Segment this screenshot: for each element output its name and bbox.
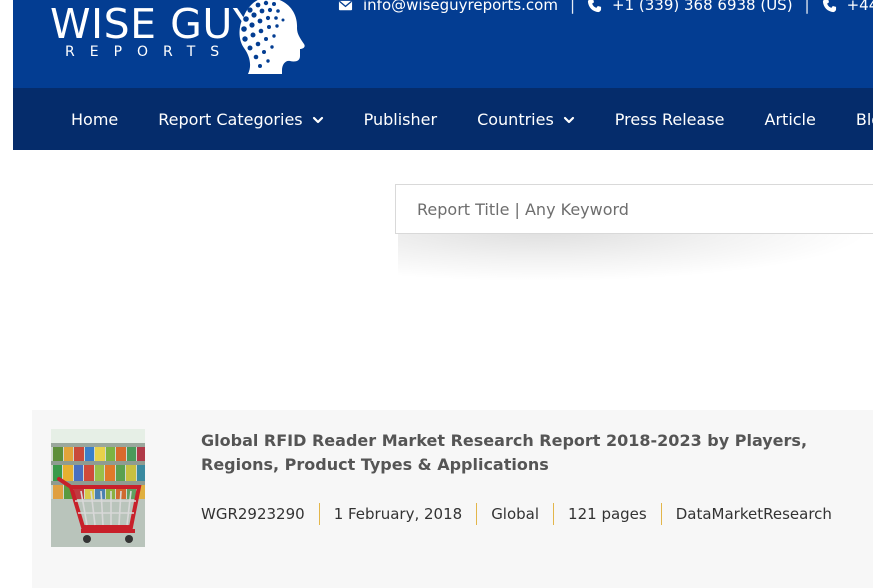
report-pages: 121 pages — [553, 503, 661, 525]
contact-phone-us[interactable]: +1 (339) 368 6938 (US) — [587, 0, 793, 14]
search-shadow — [398, 230, 873, 282]
search-box — [395, 184, 873, 234]
report-meta: WGR2923290 1 February, 2018 Global 121 p… — [201, 503, 846, 525]
contact-phone-uk[interactable]: +44 208 1 — [822, 0, 873, 14]
report-publisher: DataMarketResearch — [660, 503, 846, 525]
nav-item-label: Article — [764, 109, 816, 129]
contact-bar: info@wiseguyreports.com | +1 (339) 368 6… — [338, 0, 873, 15]
left-gutter — [0, 0, 13, 588]
report-region: Global — [476, 503, 553, 525]
contact-separator: | — [569, 0, 576, 14]
phone-us-text: +1 (339) 368 6938 (US) — [612, 0, 793, 14]
envelope-icon — [338, 0, 353, 10]
contact-email[interactable]: info@wiseguyreports.com — [338, 0, 558, 14]
nav-item-blog[interactable]: Blog — [856, 88, 873, 150]
logo-sub-text: REPORTS — [65, 44, 235, 60]
nav-item-home[interactable]: Home — [71, 88, 118, 150]
nav-item-label: Report Categories — [158, 109, 303, 129]
report-id: WGR2923290 — [201, 505, 305, 523]
phone-icon — [822, 0, 836, 12]
chevron-down-icon — [563, 116, 574, 124]
nav-item-label: Publisher — [363, 109, 438, 129]
phone-icon — [587, 0, 602, 12]
search-input[interactable] — [417, 199, 873, 219]
nav-item-article[interactable]: Article — [765, 88, 816, 150]
shopping-cart-image — [51, 429, 145, 547]
nav-item-label: Home — [71, 109, 119, 129]
logo-head-icon — [239, 0, 305, 74]
nav-item-label: Blog — [855, 109, 873, 129]
phone-uk-text: +44 208 1 — [846, 0, 873, 14]
nav-item-countries[interactable]: Countries — [477, 88, 575, 150]
main-nav: Home Report Categories Publisher Countri… — [13, 88, 873, 150]
chevron-down-icon — [312, 116, 323, 124]
report-result-card: Global RFID Reader Market Research Repor… — [32, 410, 873, 588]
site-logo[interactable]: WISE GUY REPORTS — [50, 0, 310, 75]
report-title-link[interactable]: Global RFID Reader Market Research Repor… — [201, 429, 871, 477]
nav-item-publisher[interactable]: Publisher — [364, 88, 437, 150]
nav-item-press-release[interactable]: Press Release — [615, 88, 725, 150]
contact-separator: | — [804, 0, 810, 14]
nav-item-label: Press Release — [614, 109, 725, 129]
nav-item-label: Countries — [477, 109, 554, 129]
top-header: WISE GUY REPORTS info@wiseguyreports.com… — [13, 0, 873, 88]
report-date: 1 February, 2018 — [318, 503, 477, 525]
logo-main-text: WISE GUY — [50, 0, 259, 48]
nav-item-report-categories[interactable]: Report Categories — [158, 88, 323, 150]
email-text: info@wiseguyreports.com — [363, 0, 558, 14]
report-thumbnail[interactable] — [51, 429, 145, 547]
